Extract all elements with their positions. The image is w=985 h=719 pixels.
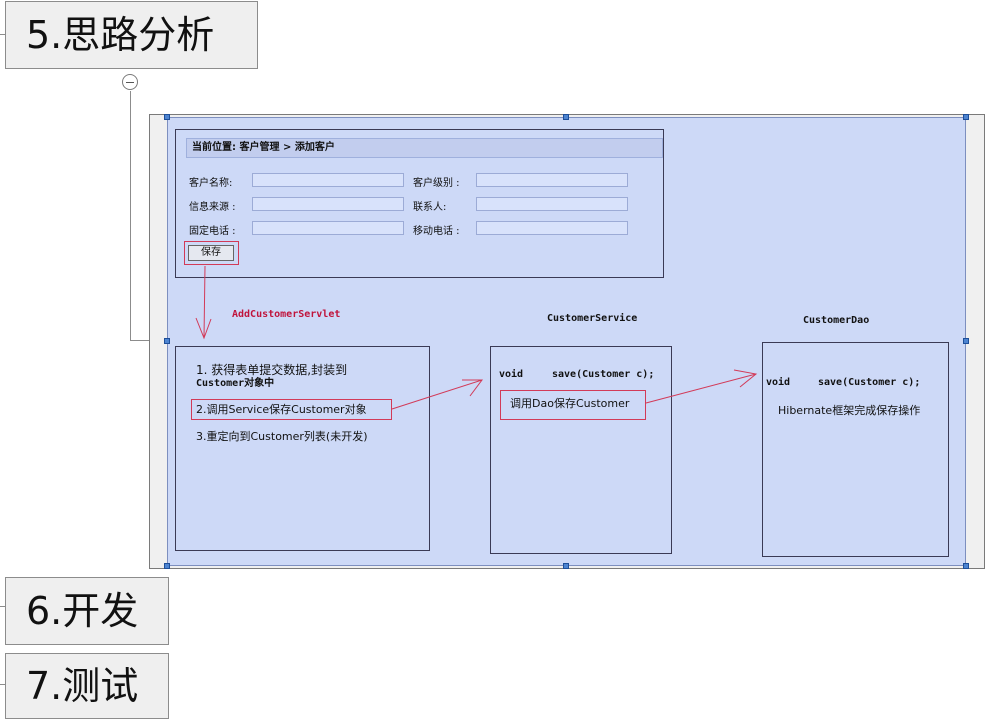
arrow-save-to-servlet [195,265,212,340]
topic-7-label: 7.测试 [26,664,139,708]
arrow-servlet-to-service [391,379,483,410]
topic-6-develop[interactable]: 6.开发 [5,577,169,645]
arrow-service-to-dao [645,369,758,404]
topic-7-test[interactable]: 7.测试 [5,653,169,719]
topic-6-label: 6.开发 [26,589,139,633]
